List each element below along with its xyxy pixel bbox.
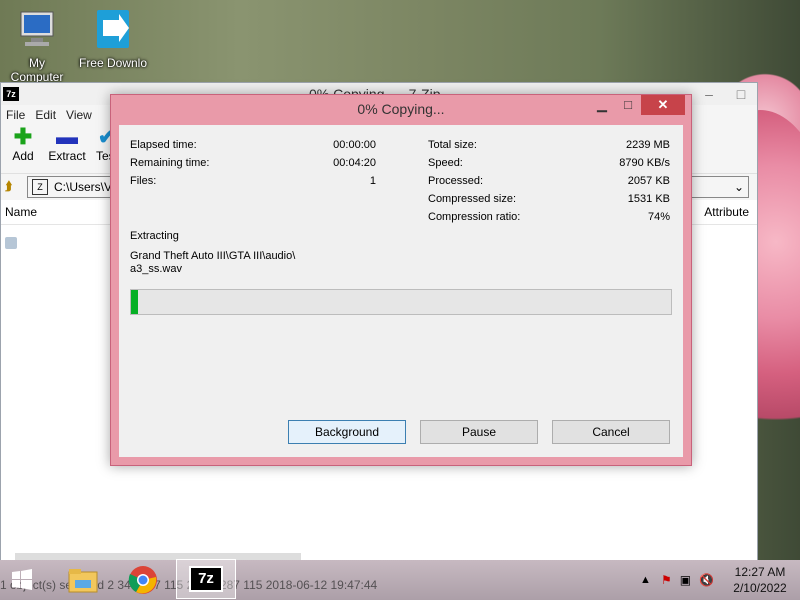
extract-label: Extract	[48, 149, 86, 163]
archive-icon: Z	[32, 179, 48, 195]
column-name[interactable]: Name	[5, 205, 37, 219]
elapsed-time-label: Elapsed time:	[130, 139, 197, 151]
volume-muted-icon[interactable]: 🔇	[699, 573, 714, 587]
show-hidden-icons-icon[interactable]: ▲	[640, 574, 651, 586]
compressed-size-value: 1531 KB	[627, 193, 670, 205]
chrome-icon[interactable]	[116, 561, 170, 599]
up-folder-icon[interactable]: ⮭	[5, 179, 21, 195]
files-label: Files:	[130, 175, 157, 187]
dialog-body: Elapsed time: 00:00:00 Remaining time: 0…	[119, 125, 683, 457]
compression-ratio-label: Compression ratio:	[428, 211, 521, 223]
progress-bar	[130, 289, 672, 315]
speed-label: Speed:	[428, 157, 463, 169]
file-explorer-icon[interactable]	[56, 561, 110, 599]
processed-label: Processed:	[428, 175, 484, 187]
chevron-down-icon[interactable]: ⌄	[734, 180, 744, 194]
desktop-icon-label: My Computer	[10, 56, 64, 84]
dialog-minimize-button[interactable]: ▁	[589, 95, 615, 115]
extract-icon: ▬	[56, 124, 78, 149]
remaining-time-value: 00:04:20	[333, 157, 376, 169]
extract-button[interactable]: ▬ Extract	[47, 124, 87, 164]
system-tray: ▲ ⚑ ▣ 🔇 12:27 AM 2/10/2022	[640, 560, 800, 600]
remaining-time-label: Remaining time:	[130, 157, 210, 169]
add-label: Add	[12, 149, 34, 163]
total-size-label: Total size:	[428, 139, 477, 151]
background-button[interactable]: Background	[288, 420, 406, 444]
desktop-icon-label: Free Downlo	[78, 56, 148, 70]
7zip-icon[interactable]: 7z	[176, 559, 236, 599]
clock[interactable]: 12:27 AM 2/10/2022	[720, 564, 800, 596]
current-file-path: Grand Theft Auto III\GTA III\audio\	[130, 250, 296, 262]
copying-dialog: 0% Copying... ▁ □ ✕ Elapsed time: 00:00:…	[110, 94, 692, 466]
app-minimize-button[interactable]: –	[693, 86, 725, 102]
pause-button[interactable]: Pause	[420, 420, 538, 444]
progress-bar-fill	[131, 290, 139, 314]
speed-value: 8790 KB/s	[619, 157, 670, 169]
desktop-icon-free-download[interactable]: Free Downlo	[78, 8, 148, 70]
elapsed-time-value: 00:00:00	[333, 139, 376, 151]
dialog-title: 0% Copying...	[357, 101, 445, 117]
desktop-icon-my-computer[interactable]: My Computer	[2, 8, 72, 84]
path-text: C:\Users\V	[54, 180, 113, 194]
column-attributes[interactable]: Attribute	[704, 205, 749, 219]
menu-file[interactable]: File	[1, 108, 30, 122]
network-icon[interactable]: ▣	[680, 573, 691, 587]
app-maximize-button[interactable]: □	[725, 86, 757, 102]
operation-status: Extracting	[130, 230, 179, 242]
add-button[interactable]: ✚ Add	[3, 124, 43, 164]
menu-edit[interactable]: Edit	[30, 108, 61, 122]
compressed-size-label: Compressed size:	[428, 193, 517, 205]
computer-icon	[15, 8, 59, 52]
download-icon	[91, 8, 135, 52]
menu-view[interactable]: View	[61, 108, 97, 122]
dialog-title-bar: 0% Copying... ▁ □ ✕	[111, 95, 691, 123]
cancel-button[interactable]: Cancel	[552, 420, 670, 444]
files-value: 1	[369, 175, 376, 187]
windows-start-icon[interactable]	[0, 561, 44, 599]
7zip-logo-icon: 7z	[3, 87, 19, 101]
taskbar: 1 object(s) selected 2 348 287 115 2 348…	[0, 559, 800, 600]
action-center-flag-icon[interactable]: ⚑	[661, 573, 672, 587]
clock-time: 12:27 AM	[734, 565, 786, 579]
folder-icon[interactable]	[5, 237, 17, 249]
dialog-maximize-button[interactable]: □	[615, 95, 641, 115]
add-icon: ✚	[13, 124, 33, 149]
total-size-value: 2239 MB	[625, 139, 670, 151]
compression-ratio-value: 74%	[647, 211, 670, 223]
clock-date: 2/10/2022	[733, 581, 787, 595]
dialog-close-button[interactable]: ✕	[641, 95, 685, 115]
current-file-name: a3_ss.wav	[130, 263, 182, 275]
processed-value: 2057 KB	[627, 175, 670, 187]
